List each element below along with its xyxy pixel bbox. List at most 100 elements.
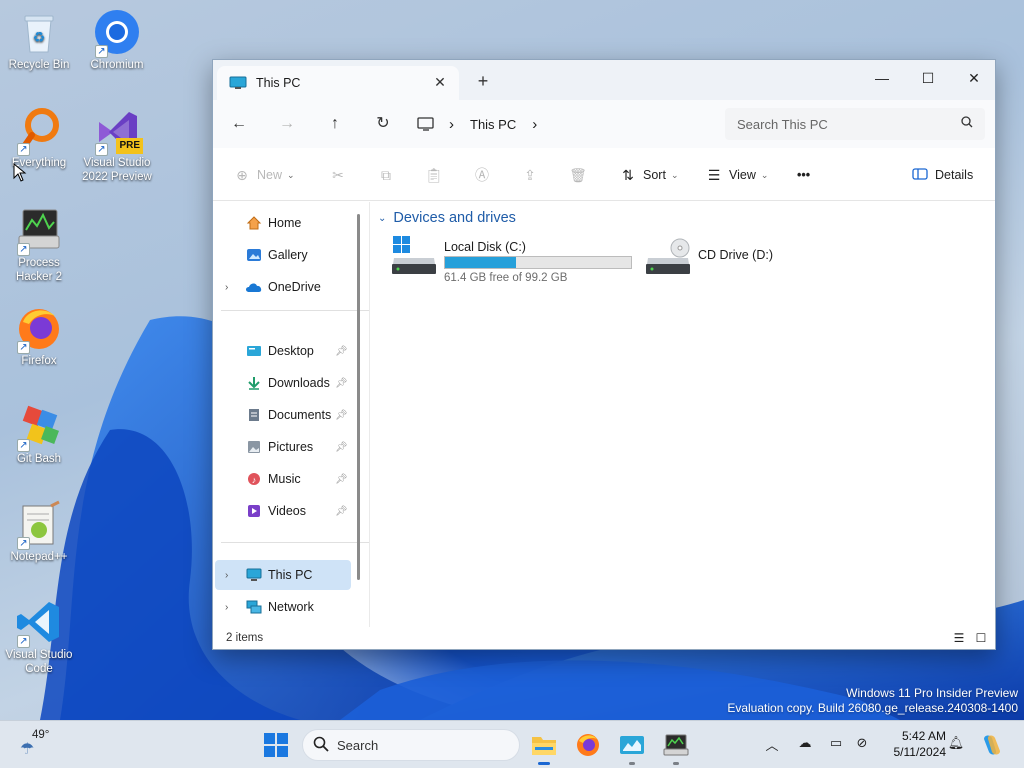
sidebar-item-network[interactable]: › Network — [215, 592, 351, 622]
copilot-button[interactable] — [976, 729, 1008, 761]
rename-icon[interactable]: Ⓐ — [473, 164, 497, 186]
title-bar[interactable]: This PC ✕ + — ☐ ✕ — [213, 60, 995, 100]
details-view-icon[interactable]: ☰ — [952, 631, 966, 645]
group-header-devices-and-drives[interactable]: ⌄ Devices and drives — [378, 210, 516, 226]
sort-icon: ⇅ — [622, 166, 634, 183]
close-tab-icon[interactable]: ✕ — [431, 74, 449, 91]
shortcut-arrow-icon: ↗ — [95, 143, 108, 156]
folder-icon — [532, 737, 556, 755]
details-pane-button[interactable]: Details — [911, 164, 973, 186]
pin-icon[interactable]: 📌︎ — [335, 474, 348, 485]
tiles-view-icon[interactable]: ☐ — [974, 631, 988, 645]
desktop-icon-recycle-bin[interactable]: ♻ Recycle Bin — [0, 8, 78, 72]
drive-name: CD Drive (D:) — [698, 248, 773, 262]
paste-icon[interactable]: 📋︎ — [425, 164, 449, 186]
pin-icon[interactable]: 📌︎ — [335, 442, 348, 453]
sidebar-item-desktop[interactable]: Desktop 📌︎ — [215, 336, 351, 366]
desktop-icon-chromium[interactable]: ↗ Chromium — [78, 8, 156, 72]
share-icon[interactable]: ⇪ — [521, 164, 545, 186]
drive-cd-d[interactable]: CD Drive (D:) — [646, 236, 786, 286]
taskbar-app-window[interactable] — [616, 729, 648, 765]
shortcut-arrow-icon: ↗ — [17, 143, 30, 156]
drive-usage-bar — [444, 256, 632, 269]
breadcrumb-this-pc[interactable]: This PC — [470, 117, 516, 132]
desktop-icon-vscode[interactable]: ↗ Visual Studio Code — [0, 598, 78, 676]
system-clock[interactable]: 5:42 AM 5/11/2024 — [880, 728, 947, 760]
new-tab-button[interactable]: + — [475, 71, 491, 92]
breadcrumb-chevron-icon[interactable]: › — [532, 116, 537, 133]
display-icon[interactable]: ▭ — [826, 735, 846, 751]
weather-umbrella-icon: ☂ — [20, 741, 35, 758]
desktop-icon-everything[interactable]: ↗ Everything — [0, 106, 78, 170]
sidebar-item-onedrive[interactable]: › OneDrive — [215, 272, 351, 302]
start-button[interactable] — [260, 729, 292, 761]
address-bar[interactable]: › This PC › — [417, 108, 711, 140]
delete-icon[interactable]: 🗑︎ — [569, 164, 593, 186]
sidebar-item-this-pc[interactable]: › This PC — [215, 560, 351, 590]
taskbar-firefox[interactable] — [572, 729, 604, 761]
drive-local-disk-c[interactable]: Local Disk (C:) 61.4 GB free of 99.2 GB — [392, 236, 642, 286]
pin-icon[interactable]: 📌︎ — [335, 346, 348, 357]
show-hidden-icons-chevron-icon[interactable]: ︿ — [762, 735, 782, 754]
search-input[interactable]: Search This PC — [737, 117, 828, 132]
monitor-icon — [229, 76, 247, 90]
evaluation-watermark: Windows 11 Pro Insider Preview Evaluatio… — [727, 686, 1018, 715]
expand-chevron-icon[interactable]: › — [225, 282, 228, 293]
sidebar-item-gallery[interactable]: Gallery — [215, 240, 351, 270]
onedrive-icon — [245, 279, 263, 295]
pin-icon[interactable]: 📌︎ — [335, 378, 348, 389]
taskbar-search[interactable]: Search — [302, 729, 520, 761]
refresh-button[interactable]: ↻ — [371, 112, 395, 136]
sidebar-item-documents[interactable]: Documents 📌︎ — [215, 400, 351, 430]
forward-button[interactable]: → — [275, 112, 299, 136]
notification-bell-icon[interactable]: 🔔︎ — [946, 735, 966, 751]
taskbar-process-hacker[interactable] — [660, 729, 692, 765]
tab-this-pc[interactable]: This PC ✕ — [217, 66, 459, 100]
expand-chevron-icon[interactable]: › — [225, 602, 228, 613]
sort-button[interactable]: ⇅ Sort ⌄ — [619, 164, 678, 186]
pictures-icon — [245, 439, 263, 455]
desktop-icon-firefox[interactable]: ↗ Firefox — [0, 304, 78, 368]
maximize-button[interactable]: ☐ — [905, 64, 951, 92]
downloads-icon — [245, 375, 263, 391]
back-button[interactable]: ← — [227, 112, 251, 136]
sidebar-scrollbar[interactable] — [357, 214, 360, 580]
taskbar: ☂ 49° Search ︿ ☁ ▭ ⊘ 5:42 AM 5/11/2024 🔔… — [0, 720, 1024, 768]
command-bar: ⊕ New ⌄ ✂ ⧉ 📋︎ Ⓐ ⇪ 🗑︎ ⇅ Sort ⌄ ☰ View ⌄ … — [213, 148, 995, 201]
pin-icon[interactable]: 📌︎ — [335, 506, 348, 517]
search-box[interactable]: Search This PC — [725, 108, 985, 140]
breadcrumb-separator[interactable]: › — [449, 116, 454, 133]
clock-date: 5/11/2024 — [893, 745, 947, 759]
chevron-down-icon: ⌄ — [760, 169, 769, 180]
sidebar-item-music[interactable]: ♪ Music 📌︎ — [215, 464, 351, 494]
sidebar-item-videos[interactable]: Videos 📌︎ — [215, 496, 351, 526]
copy-icon[interactable]: ⧉ — [377, 164, 401, 186]
chevron-down-icon: ⌄ — [287, 169, 295, 180]
cut-icon[interactable]: ✂ — [329, 164, 353, 186]
desktop-icon-visual-studio-preview[interactable]: PRE ↗ Visual Studio 2022 Preview — [78, 106, 156, 184]
close-window-button[interactable]: ✕ — [951, 64, 997, 92]
expand-chevron-icon[interactable]: › — [225, 570, 228, 581]
pin-icon[interactable]: 📌︎ — [335, 410, 348, 421]
drive-name: Local Disk (C:) — [444, 240, 526, 254]
onedrive-offline-icon[interactable]: ☁ — [795, 735, 815, 751]
minimize-button[interactable]: — — [859, 64, 905, 92]
up-button[interactable]: ↑ — [323, 112, 347, 136]
chromium-icon: ↗ — [93, 8, 141, 58]
new-button[interactable]: ⊕ New ⌄ — [233, 164, 295, 186]
desktop-icon-git-bash[interactable]: ↗ Git Bash — [0, 402, 78, 466]
process-hacker-icon: ↗ — [15, 206, 63, 256]
sidebar-item-downloads[interactable]: Downloads 📌︎ — [215, 368, 351, 398]
shortcut-arrow-icon: ↗ — [17, 635, 30, 648]
weather-temperature: 49° — [32, 729, 50, 741]
taskbar-file-explorer[interactable] — [528, 729, 560, 765]
sidebar-item-home[interactable]: Home — [215, 208, 351, 238]
view-button[interactable]: ☰ View ⌄ — [705, 164, 769, 186]
search-icon — [961, 116, 973, 131]
firefox-icon: ↗ — [15, 304, 63, 354]
network-status-icon[interactable]: ⊘ — [852, 735, 872, 751]
desktop-icon-process-hacker[interactable]: ↗ Process Hacker 2 — [0, 206, 78, 284]
sidebar-item-pictures[interactable]: Pictures 📌︎ — [215, 432, 351, 462]
more-options-icon[interactable]: ••• — [797, 164, 810, 186]
desktop-icon-notepad-plus-plus[interactable]: ↗ Notepad++ — [0, 500, 78, 564]
